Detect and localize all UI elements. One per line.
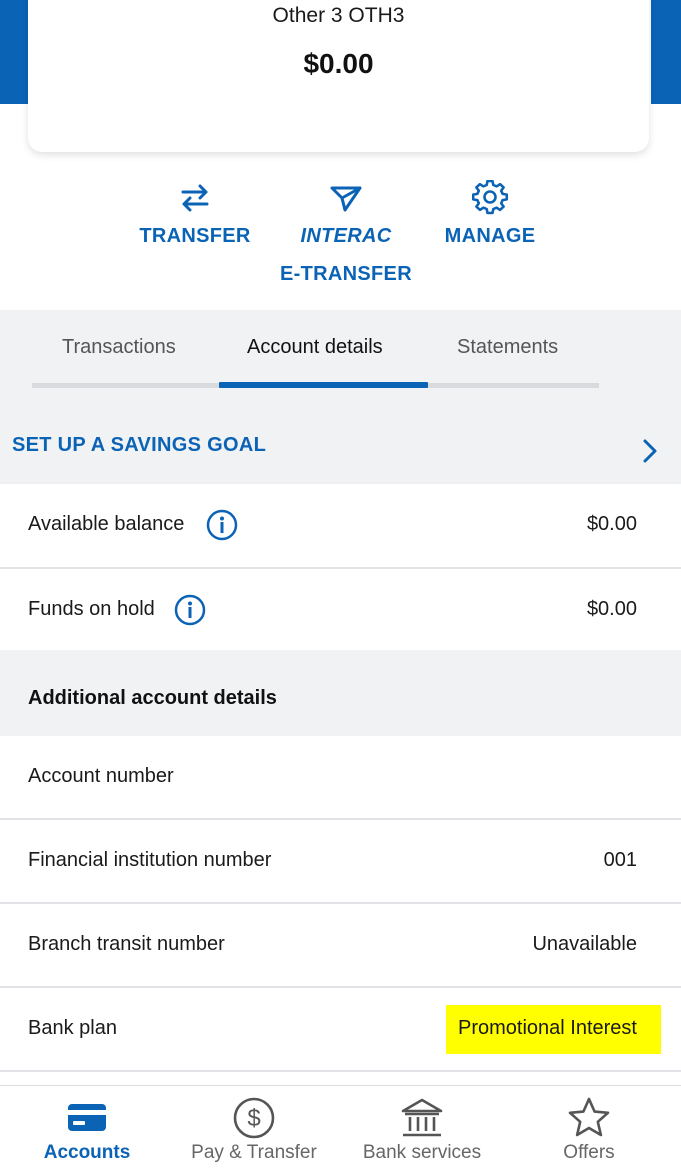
interac-label: INTERAC	[300, 225, 392, 247]
branch-transit-label: Branch transit number	[28, 933, 225, 955]
bank-plan-value: Promotional Interest	[446, 1005, 661, 1054]
account-number-row: Account number	[0, 736, 681, 820]
tab-bar: Transactions Account details Statements	[0, 310, 681, 428]
nav-label: Accounts	[43, 1142, 131, 1163]
bank-plan-row: Bank plan Promotional Interest	[0, 988, 681, 1072]
nav-bank-services[interactable]: Bank services	[358, 1096, 486, 1164]
transfer-arrows-icon	[181, 184, 209, 212]
available-balance-label: Available balance	[28, 513, 185, 535]
info-icon[interactable]	[174, 594, 206, 626]
etransfer-label: E-TRANSFER	[280, 263, 412, 285]
tab-statements[interactable]: Statements	[457, 336, 558, 359]
transfer-button[interactable]: TRANSFER	[133, 180, 257, 248]
nav-pay-transfer[interactable]: $ Pay & Transfer	[186, 1096, 322, 1164]
nav-label: Bank services	[362, 1142, 482, 1163]
chevron-right-icon	[643, 439, 657, 463]
institution-number-value: 001	[603, 849, 637, 871]
active-tab-indicator	[219, 382, 428, 388]
nav-label: Offers	[563, 1142, 615, 1163]
nav-offers[interactable]: Offers	[552, 1096, 626, 1164]
funds-on-hold-row: Funds on hold $0.00	[0, 569, 681, 653]
available-balance-value: $0.00	[586, 513, 637, 535]
funds-on-hold-label: Funds on hold	[28, 598, 155, 620]
header-band-left	[0, 0, 28, 104]
funds-on-hold-value: $0.00	[586, 598, 637, 620]
balances-card: Available balance $0.00 Funds on hold $0…	[0, 484, 681, 653]
account-name: Other 3 OTH3	[272, 4, 405, 27]
available-balance-row: Available balance $0.00	[0, 484, 681, 568]
send-plane-icon	[330, 186, 362, 212]
savings-goal-link[interactable]: SET UP A SAVINGS GOAL	[0, 418, 681, 484]
gear-icon	[472, 180, 508, 215]
dollar-circle-icon: $	[233, 1097, 275, 1139]
bottom-navigation: Accounts $ Pay & Transfer Bank services	[0, 1085, 681, 1174]
tab-transactions[interactable]: Transactions	[62, 336, 176, 359]
additional-details-title: Additional account details	[28, 687, 277, 709]
account-summary-card: Other 3 OTH3 $0.00	[28, 0, 649, 152]
manage-button[interactable]: MANAGE	[435, 180, 545, 248]
additional-details-header: Additional account details	[0, 650, 681, 736]
branch-transit-value: Unavailable	[532, 933, 637, 955]
header-area: Other 3 OTH3 $0.00 TRANSFER INTERAC E-TR…	[0, 0, 681, 310]
account-details-screen: Other 3 OTH3 $0.00 TRANSFER INTERAC E-TR…	[0, 0, 681, 1174]
bank-icon	[401, 1098, 443, 1137]
bank-plan-label: Bank plan	[28, 1017, 117, 1039]
divider	[0, 1070, 681, 1072]
header-band-right	[651, 0, 681, 104]
info-icon[interactable]	[206, 509, 238, 541]
svg-text:$: $	[247, 1105, 260, 1132]
account-balance: $0.00	[303, 48, 374, 79]
tab-account-details[interactable]: Account details	[247, 336, 383, 359]
institution-number-row: Financial institution number 001	[0, 820, 681, 904]
interac-etransfer-button[interactable]: INTERAC E-TRANSFER	[270, 180, 422, 286]
account-number-label: Account number	[28, 765, 174, 787]
nav-accounts[interactable]: Accounts	[44, 1096, 130, 1164]
card-icon	[68, 1104, 106, 1131]
branch-transit-row: Branch transit number Unavailable	[0, 904, 681, 988]
star-icon	[568, 1097, 610, 1137]
transfer-label: TRANSFER	[139, 225, 251, 247]
savings-goal-label: SET UP A SAVINGS GOAL	[12, 434, 267, 456]
nav-label: Pay & Transfer	[191, 1142, 317, 1163]
manage-label: MANAGE	[444, 225, 536, 247]
institution-number-label: Financial institution number	[28, 849, 272, 871]
